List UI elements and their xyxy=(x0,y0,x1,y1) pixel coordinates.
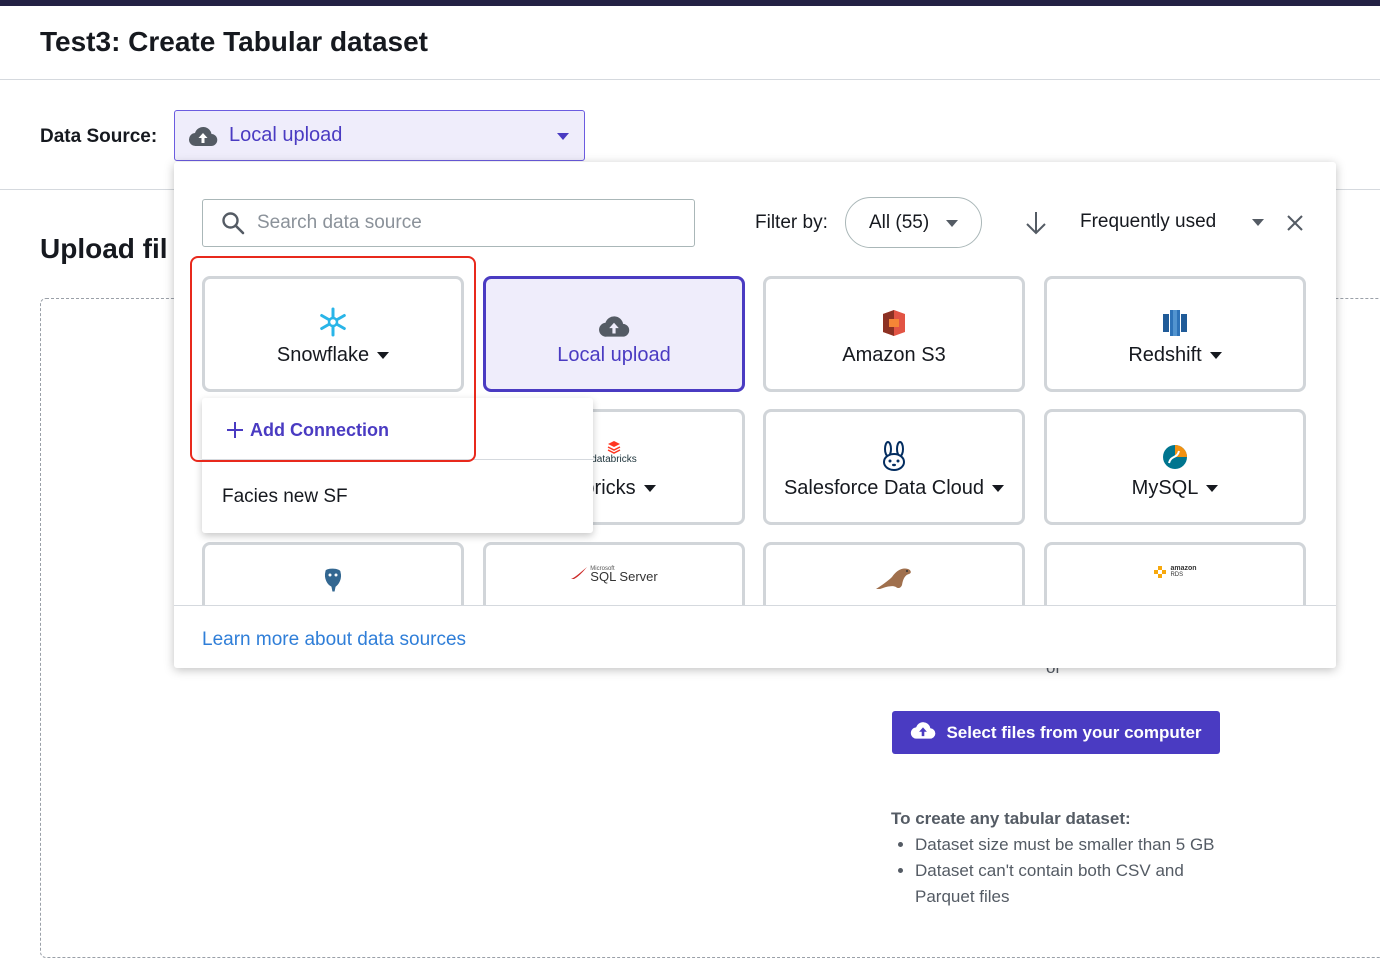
select-files-label: Select files from your computer xyxy=(946,722,1202,742)
tile-mariadb[interactable] xyxy=(763,542,1025,606)
tile-label: MySQL xyxy=(1131,476,1199,499)
filter-value: All (55) xyxy=(869,211,930,233)
sort-value: Frequently used xyxy=(1080,211,1217,232)
postgresql-icon xyxy=(324,567,342,593)
amazon-rds-logo-text: amazon xyxy=(1170,565,1197,572)
filter-select[interactable]: All (55) xyxy=(845,197,982,248)
chevron-down-icon xyxy=(557,133,569,140)
filter-label: Filter by: xyxy=(755,212,828,233)
requirement-item: Dataset size must be smaller than 5 GB xyxy=(915,832,1231,858)
requirements-title: To create any tabular dataset: xyxy=(891,809,1131,828)
tile-salesforce-data-cloud[interactable]: Salesforce Data Cloud xyxy=(763,409,1025,525)
search-field[interactable] xyxy=(202,199,695,247)
chevron-down-icon xyxy=(946,220,958,227)
tile-label: Local upload xyxy=(557,343,671,366)
chevron-down-icon xyxy=(1206,484,1219,492)
page-title: Test3: Create Tabular dataset xyxy=(40,26,428,57)
tile-label: Amazon S3 xyxy=(842,343,946,366)
tile-label: Redshift xyxy=(1128,343,1202,366)
data-source-label: Data Source: xyxy=(40,126,158,147)
chevron-down-icon xyxy=(1252,219,1264,226)
chevron-down-icon xyxy=(1209,351,1222,359)
sql-server-logo-text: SQL Server xyxy=(590,569,658,584)
data-source-select[interactable]: Local upload xyxy=(174,110,585,161)
close-icon[interactable] xyxy=(1285,213,1305,233)
divider xyxy=(0,79,1380,80)
mariadb-seal-icon xyxy=(876,568,911,589)
sql-server-icon: Microsoft SQL Server xyxy=(570,565,658,584)
chevron-down-icon xyxy=(643,484,656,492)
requirement-item: Dataset can't contain both CSV and Parqu… xyxy=(915,858,1231,910)
redshift-icon xyxy=(1163,309,1187,336)
data-source-selected-value: Local upload xyxy=(229,124,343,146)
cloud-upload-icon xyxy=(187,124,219,148)
cloud-upload-icon xyxy=(599,315,630,337)
learn-more-link[interactable]: Learn more about data sources xyxy=(202,629,466,651)
sort-direction-icon[interactable] xyxy=(1024,210,1048,236)
amazon-rds-icon: amazon RDS xyxy=(1153,565,1197,579)
annotation-highlight-box xyxy=(190,256,476,462)
databricks-logo-text: databricks xyxy=(591,454,637,465)
amazon-s3-icon xyxy=(883,309,905,336)
salesforce-icon xyxy=(883,440,905,471)
search-icon xyxy=(222,212,245,235)
connection-item[interactable]: Facies new SF xyxy=(222,486,348,508)
tile-sql-server[interactable]: Microsoft SQL Server xyxy=(483,542,745,606)
tile-amazon-rds[interactable]: amazon RDS xyxy=(1044,542,1306,606)
tile-amazon-s3[interactable]: Amazon S3 xyxy=(763,276,1025,392)
search-input[interactable] xyxy=(257,212,657,234)
databricks-icon xyxy=(607,441,621,454)
upload-heading: Upload fil xyxy=(40,233,168,264)
top-accent-bar xyxy=(0,0,1380,6)
tile-mysql[interactable]: MySQL xyxy=(1044,409,1306,525)
select-files-button[interactable]: Select files from your computer xyxy=(892,711,1220,754)
mysql-icon xyxy=(1163,444,1187,469)
tile-label: Salesforce Data Cloud xyxy=(783,476,985,499)
chevron-down-icon xyxy=(992,484,1005,492)
tile-postgresql[interactable] xyxy=(202,542,464,606)
sort-select[interactable]: Frequently used xyxy=(1080,202,1270,242)
tile-local-upload[interactable]: Local upload xyxy=(483,276,745,392)
cloud-upload-icon xyxy=(910,720,936,745)
divider xyxy=(174,605,1336,606)
amazon-rds-small-text: RDS xyxy=(1170,572,1184,578)
tile-redshift[interactable]: Redshift xyxy=(1044,276,1306,392)
requirements: To create any tabular dataset: Dataset s… xyxy=(891,806,1231,910)
